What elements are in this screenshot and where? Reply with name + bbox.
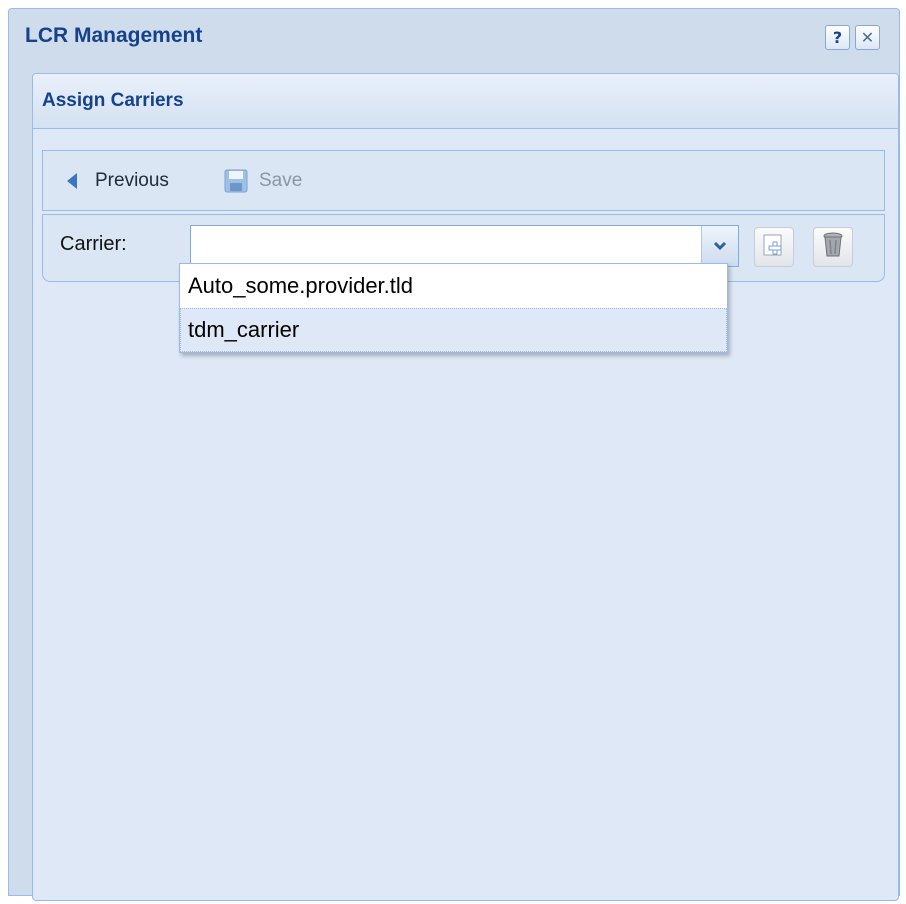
save-button[interactable]: Save xyxy=(223,151,302,210)
window-title-bar[interactable]: LCR Management ? ✕ xyxy=(9,9,899,67)
carrier-label: Carrier: xyxy=(60,233,127,255)
delete-carrier-button[interactable] xyxy=(813,227,853,267)
trash-icon xyxy=(821,232,845,262)
save-label: Save xyxy=(259,169,303,191)
chevron-down-icon[interactable] xyxy=(701,226,738,266)
floppy-disk-icon xyxy=(223,168,249,194)
add-carrier-button[interactable] xyxy=(754,227,794,267)
window-title: LCR Management xyxy=(25,24,203,47)
carrier-input[interactable] xyxy=(191,226,713,266)
panel-title: Assign Carriers xyxy=(42,90,184,111)
assign-carriers-panel: Assign Carriers Previous Save Carrier: xyxy=(32,73,899,901)
dropdown-option[interactable]: Auto_some.provider.tld xyxy=(180,264,727,308)
toolbar: Previous Save xyxy=(42,150,885,211)
arrow-left-icon xyxy=(59,168,85,194)
panel-header: Assign Carriers xyxy=(33,74,898,129)
carrier-dropdown-list: Auto_some.provider.tld tdm_carrier xyxy=(179,263,728,353)
add-icon xyxy=(762,233,786,261)
previous-button[interactable]: Previous xyxy=(59,151,169,210)
help-icon[interactable]: ? xyxy=(825,25,850,50)
carrier-combobox[interactable] xyxy=(190,225,739,267)
close-icon[interactable]: ✕ xyxy=(855,25,880,50)
lcr-management-window: LCR Management ? ✕ Assign Carriers Previ… xyxy=(8,8,900,901)
dropdown-option[interactable]: tdm_carrier xyxy=(180,308,727,352)
previous-label: Previous xyxy=(95,169,169,191)
